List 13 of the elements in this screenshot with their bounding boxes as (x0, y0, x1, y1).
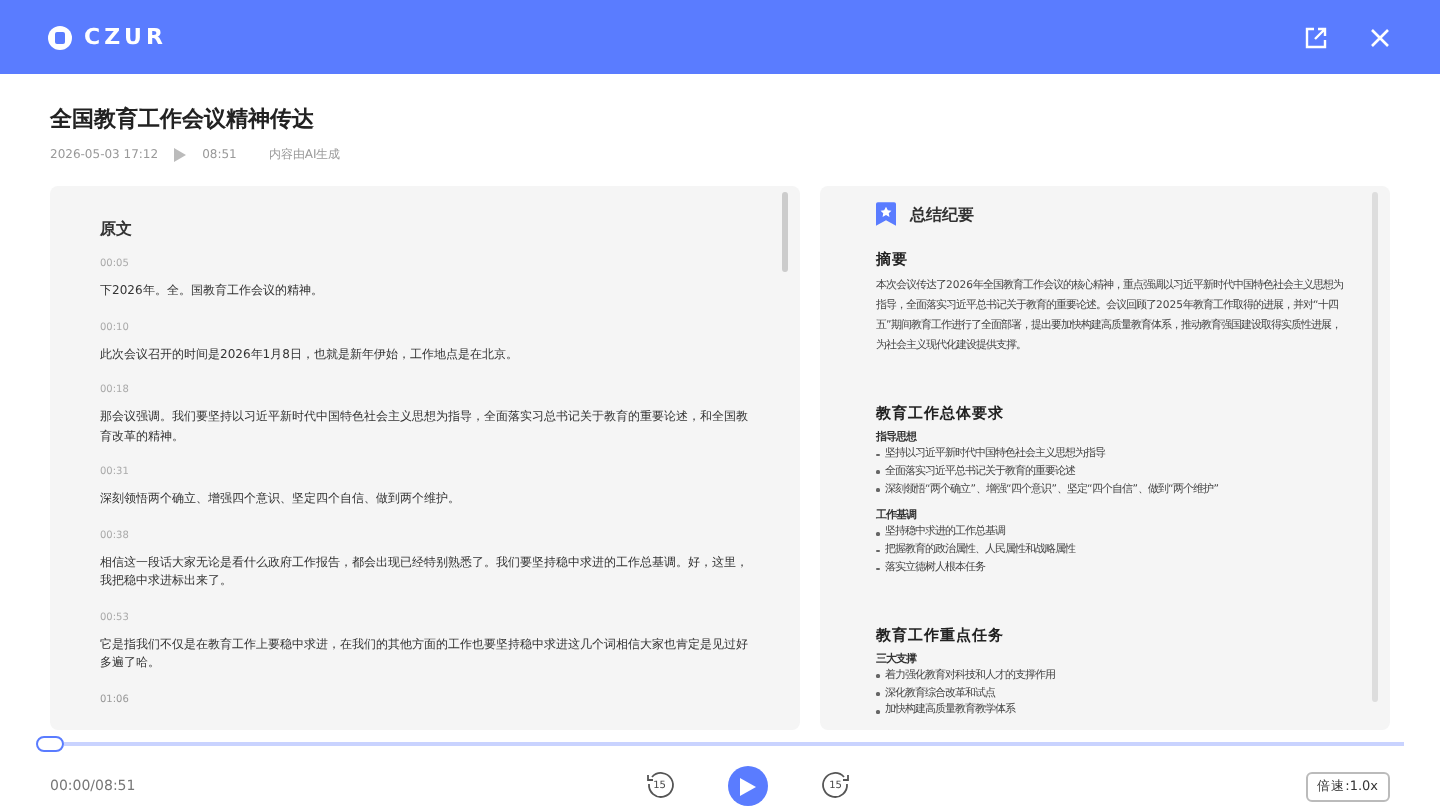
panel-title: 原文 (100, 218, 132, 240)
play-button[interactable] (727, 766, 768, 806)
play-icon (174, 148, 187, 162)
logo-icon (48, 25, 72, 49)
scrollbar[interactable] (782, 192, 788, 272)
progress-thumb[interactable] (36, 736, 64, 752)
document-title: 全国教育工作会议精神传达 (50, 104, 316, 134)
logo-text: CZUR (84, 24, 167, 50)
close-icon[interactable] (1368, 25, 1392, 49)
open-external-icon[interactable] (1304, 25, 1328, 49)
play-icon (739, 777, 756, 795)
bookmark-star-icon (876, 202, 896, 226)
panel-title: 总结纪要 (910, 203, 974, 225)
